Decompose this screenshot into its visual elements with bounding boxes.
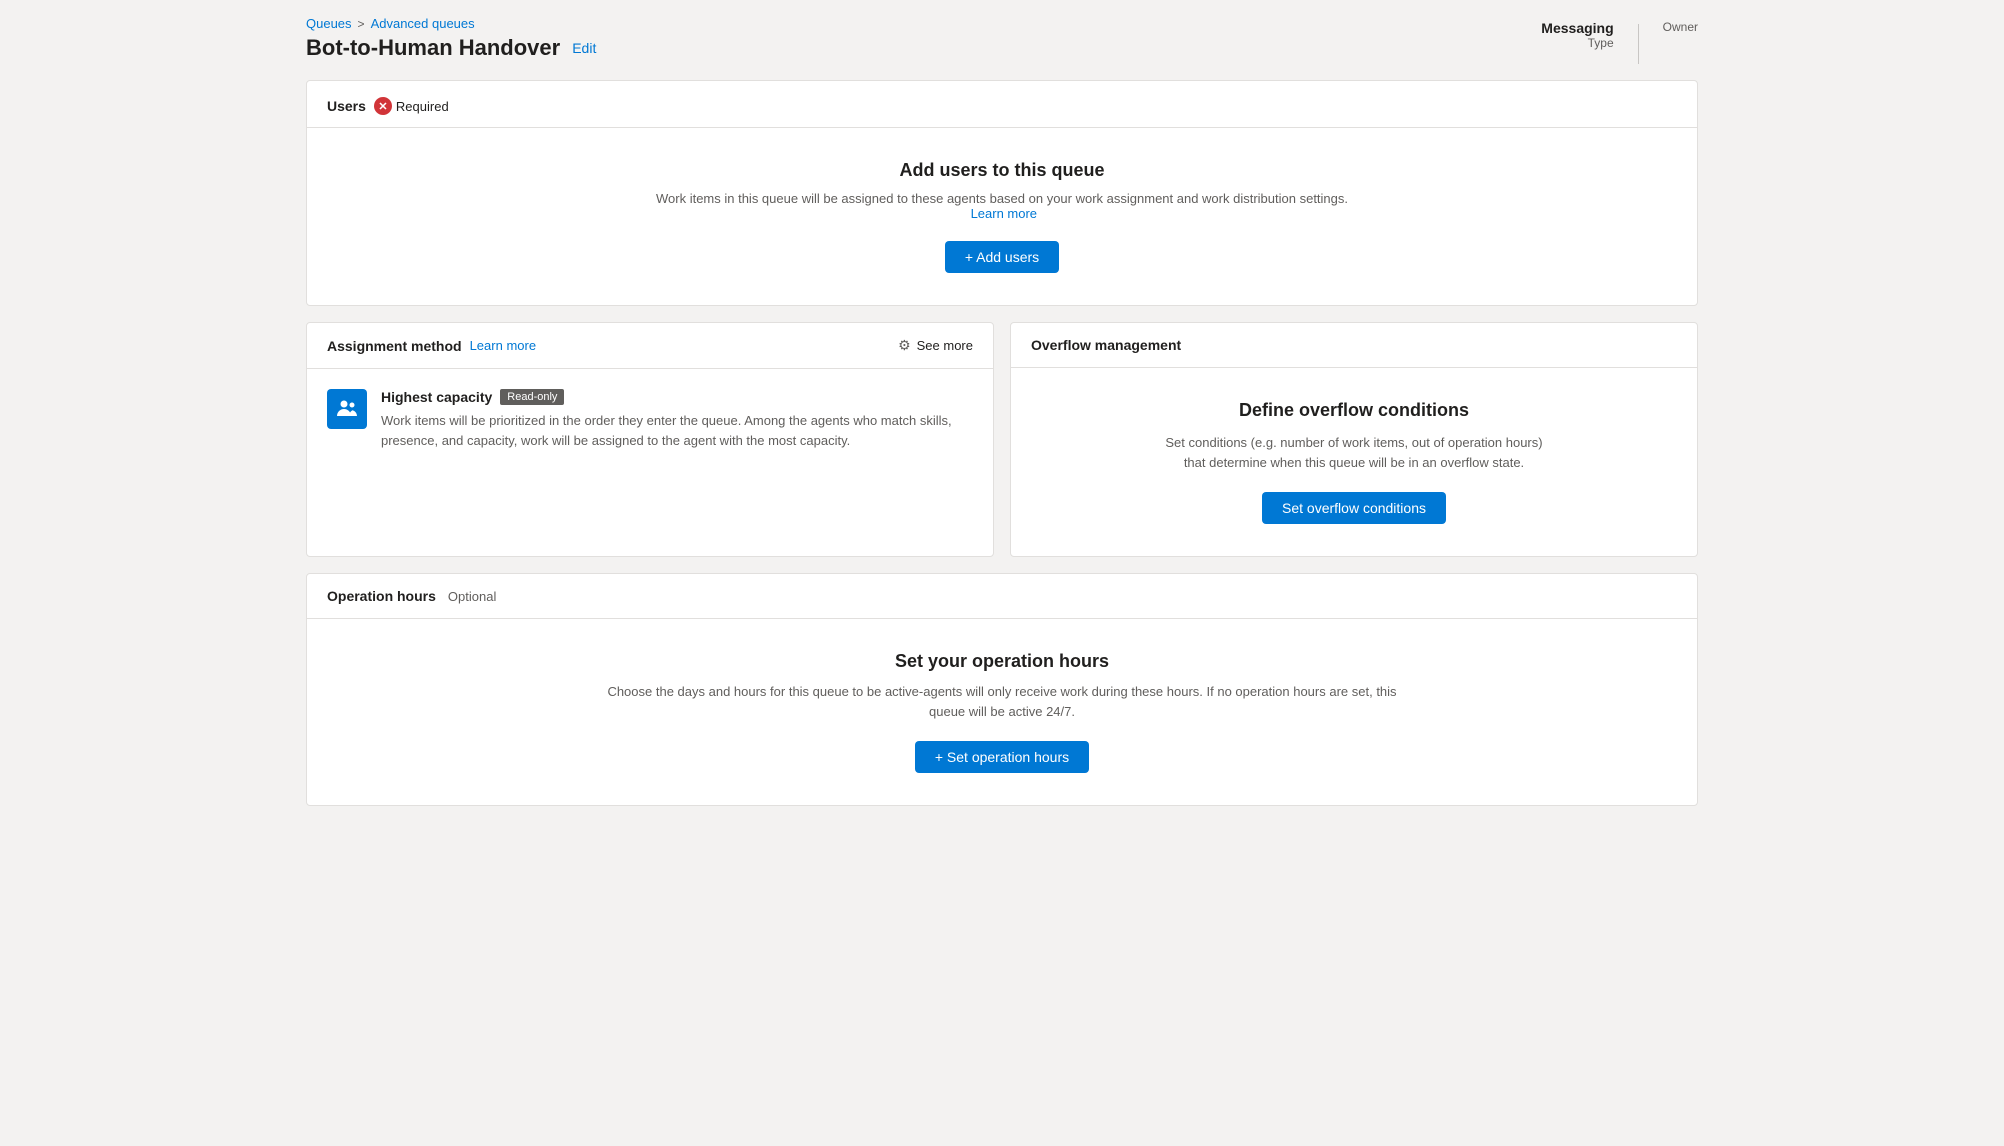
users-card: Users ✕ Required Add users to this queue… <box>306 80 1698 306</box>
overflow-desc: Set conditions (e.g. number of work item… <box>1164 433 1544 472</box>
gear-icon: ⚙ <box>898 337 911 354</box>
overflow-card-body: Define overflow conditions Set condition… <box>1011 368 1697 556</box>
breadcrumb-advanced-queues[interactable]: Advanced queues <box>371 16 475 31</box>
page-title: Bot-to-Human Handover <box>306 35 560 61</box>
header-owner-label: Owner <box>1663 20 1698 34</box>
breadcrumb: Queues > Advanced queues <box>306 16 596 31</box>
assignment-title: Assignment method <box>327 338 462 354</box>
main-content: Users ✕ Required Add users to this queue… <box>282 72 1722 830</box>
assignment-title-group: Assignment method Learn more <box>327 338 536 354</box>
header-type-label: Type <box>1541 36 1613 50</box>
page-container: Queues > Advanced queues Bot-to-Human Ha… <box>282 0 1722 830</box>
users-card-header: Users ✕ Required <box>307 81 1697 128</box>
required-text: Required <box>396 99 449 114</box>
person-capacity-icon <box>335 397 359 421</box>
users-learn-more-link[interactable]: Learn more <box>971 206 1037 221</box>
header-right: Messaging Type Owner <box>1541 16 1698 64</box>
breadcrumb-separator: > <box>358 17 365 31</box>
required-icon: ✕ <box>374 97 392 115</box>
operation-hours-title: Operation hours <box>327 588 436 604</box>
overflow-title: Define overflow conditions <box>1239 400 1469 421</box>
assignment-card-header: Assignment method Learn more ⚙ See more <box>307 323 993 369</box>
operation-desc: Choose the days and hours for this queue… <box>602 682 1402 721</box>
users-desc-text: Work items in this queue will be assigne… <box>656 191 1348 206</box>
see-more-label: See more <box>917 338 973 353</box>
operation-card-body: Set your operation hours Choose the days… <box>307 619 1697 805</box>
operation-hours-optional: Optional <box>448 589 496 604</box>
overflow-card: Overflow management Define overflow cond… <box>1010 322 1698 557</box>
users-card-body: Add users to this queue Work items in th… <box>307 128 1697 305</box>
see-more-button[interactable]: ⚙ See more <box>898 337 973 354</box>
assignment-learn-more-link[interactable]: Learn more <box>470 338 536 353</box>
assignment-method-desc: Work items will be prioritized in the or… <box>381 411 973 450</box>
add-users-button[interactable]: + Add users <box>945 241 1059 273</box>
header-type-value: Messaging <box>1541 20 1613 36</box>
readonly-badge: Read-only <box>500 389 564 405</box>
breadcrumb-queues[interactable]: Queues <box>306 16 352 31</box>
assignment-method-name-row: Highest capacity Read-only <box>381 389 973 405</box>
page-title-row: Bot-to-Human Handover Edit <box>306 35 596 61</box>
overflow-card-header: Overflow management <box>1011 323 1697 368</box>
header-divider <box>1638 24 1639 64</box>
set-overflow-button[interactable]: Set overflow conditions <box>1262 492 1446 524</box>
operation-hours-card: Operation hours Optional Set your operat… <box>306 573 1698 806</box>
assignment-method-info: Highest capacity Read-only Work items wi… <box>381 389 973 450</box>
assignment-card: Assignment method Learn more ⚙ See more <box>306 322 994 557</box>
assignment-card-body: Highest capacity Read-only Work items wi… <box>307 369 993 470</box>
assignment-method-item: Highest capacity Read-only Work items wi… <box>327 389 973 450</box>
users-card-desc: Work items in this queue will be assigne… <box>652 191 1352 221</box>
edit-link[interactable]: Edit <box>572 40 596 56</box>
operation-title: Set your operation hours <box>895 651 1109 672</box>
assignment-method-label: Highest capacity <box>381 389 492 405</box>
operation-card-header: Operation hours Optional <box>307 574 1697 619</box>
two-col-section: Assignment method Learn more ⚙ See more <box>306 322 1698 557</box>
required-badge: ✕ Required <box>374 97 449 115</box>
header-left: Queues > Advanced queues Bot-to-Human Ha… <box>306 16 596 61</box>
users-section-title: Users <box>327 98 366 114</box>
assignment-method-icon <box>327 389 367 429</box>
users-card-title: Add users to this queue <box>899 160 1104 181</box>
set-operation-hours-button[interactable]: + Set operation hours <box>915 741 1089 773</box>
header-type-meta: Messaging Type <box>1541 20 1613 50</box>
overflow-card-title: Overflow management <box>1031 337 1181 353</box>
header-owner-meta: Owner <box>1663 20 1698 34</box>
page-header: Queues > Advanced queues Bot-to-Human Ha… <box>282 0 1722 72</box>
